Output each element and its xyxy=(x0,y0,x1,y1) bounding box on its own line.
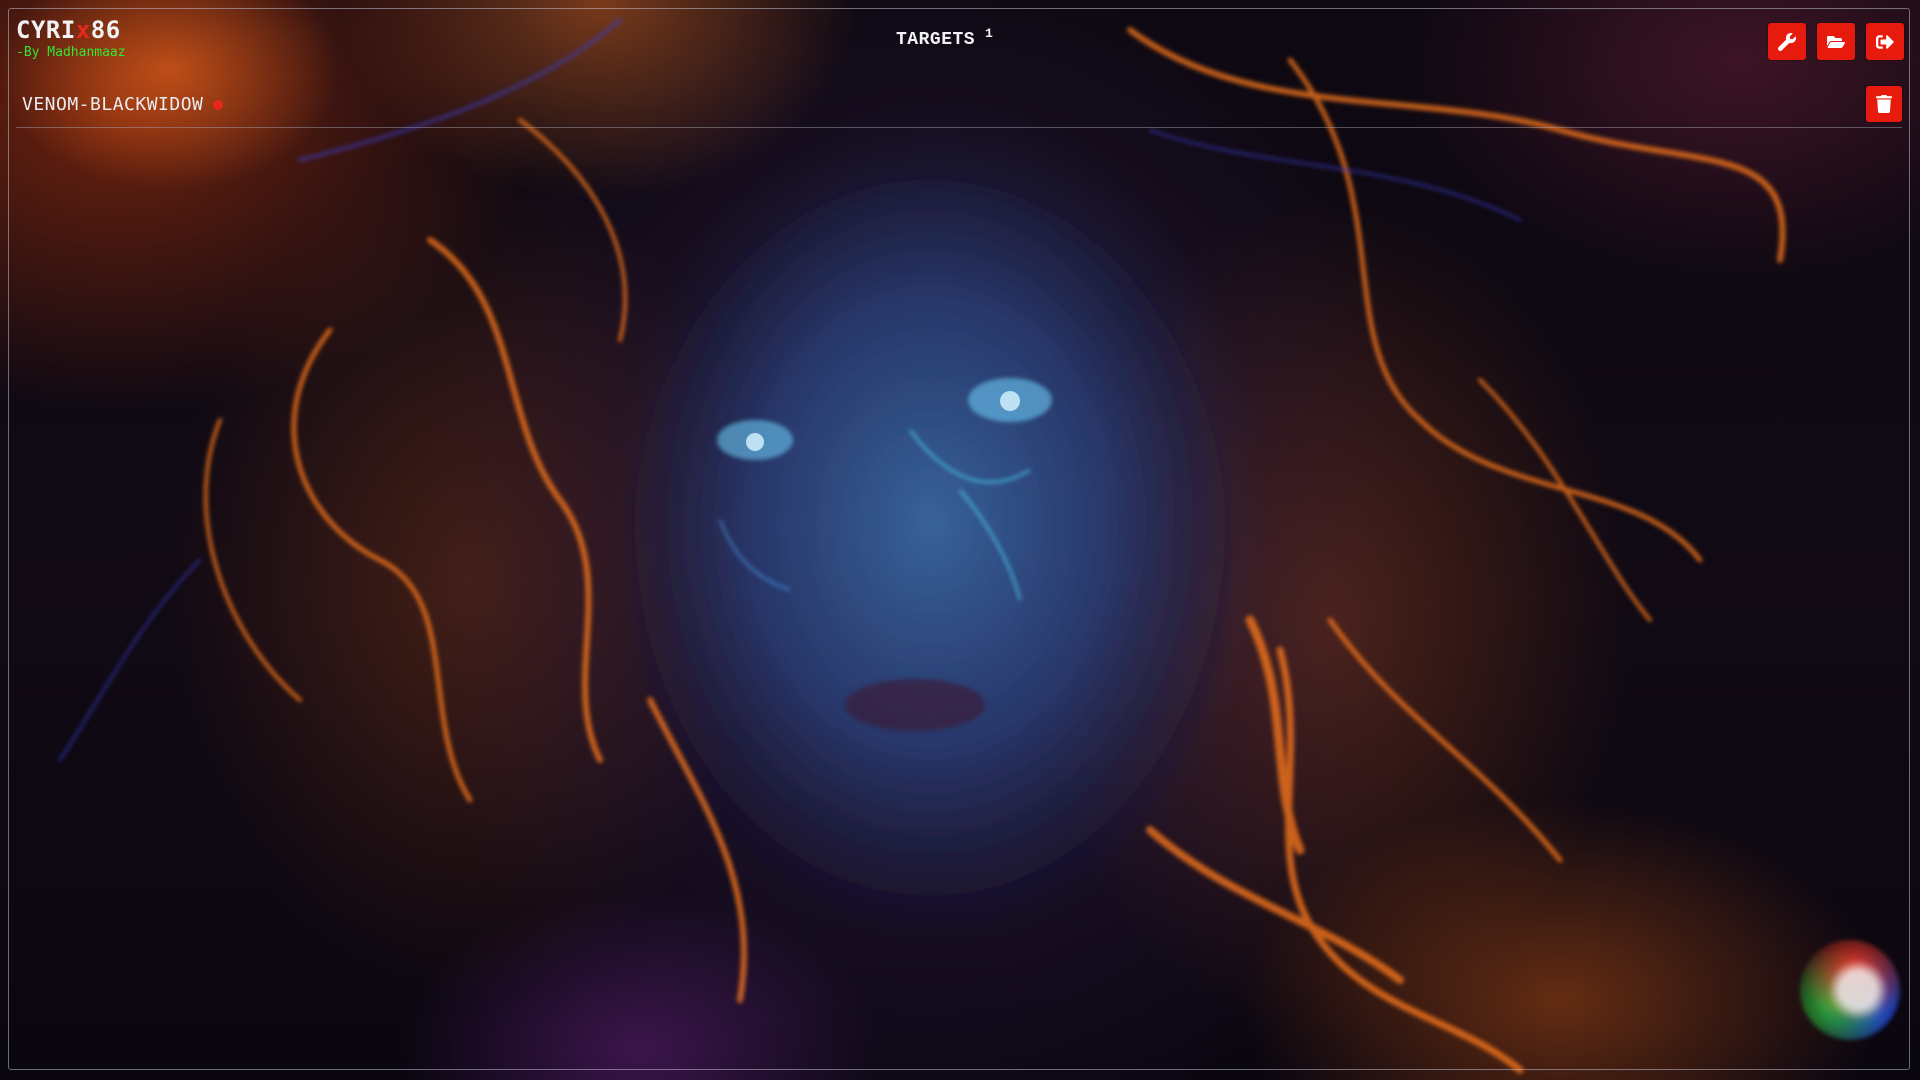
logo-prefix: CYRI xyxy=(16,16,76,44)
brand: CYRIx86 -By Madhanmaaz xyxy=(16,16,126,60)
app-logo[interactable]: CYRIx86 xyxy=(16,16,126,44)
settings-button[interactable] xyxy=(1768,23,1806,60)
status-indicator xyxy=(213,100,223,110)
header-actions xyxy=(1768,23,1904,60)
target-name[interactable]: VENOM-BLACKWIDOW xyxy=(22,94,203,115)
trash-icon xyxy=(1876,95,1892,113)
open-folder-button[interactable] xyxy=(1817,23,1855,60)
target-row[interactable]: VENOM-BLACKWIDOW xyxy=(16,84,1902,128)
folder-open-icon xyxy=(1827,35,1845,48)
author-byline: -By Madhanmaaz xyxy=(16,45,126,60)
delete-target-button[interactable] xyxy=(1866,86,1902,122)
wrench-icon xyxy=(1778,32,1796,51)
window-frame xyxy=(8,8,1910,1070)
floating-orb-widget[interactable] xyxy=(1800,940,1900,1040)
logout-icon xyxy=(1876,34,1894,49)
targets-count-badge: 1 xyxy=(985,26,993,41)
logo-x: x xyxy=(75,16,91,44)
logout-button[interactable] xyxy=(1866,23,1904,60)
logo-suffix: 86 xyxy=(90,16,121,44)
page-title: TARGETS xyxy=(896,30,976,50)
